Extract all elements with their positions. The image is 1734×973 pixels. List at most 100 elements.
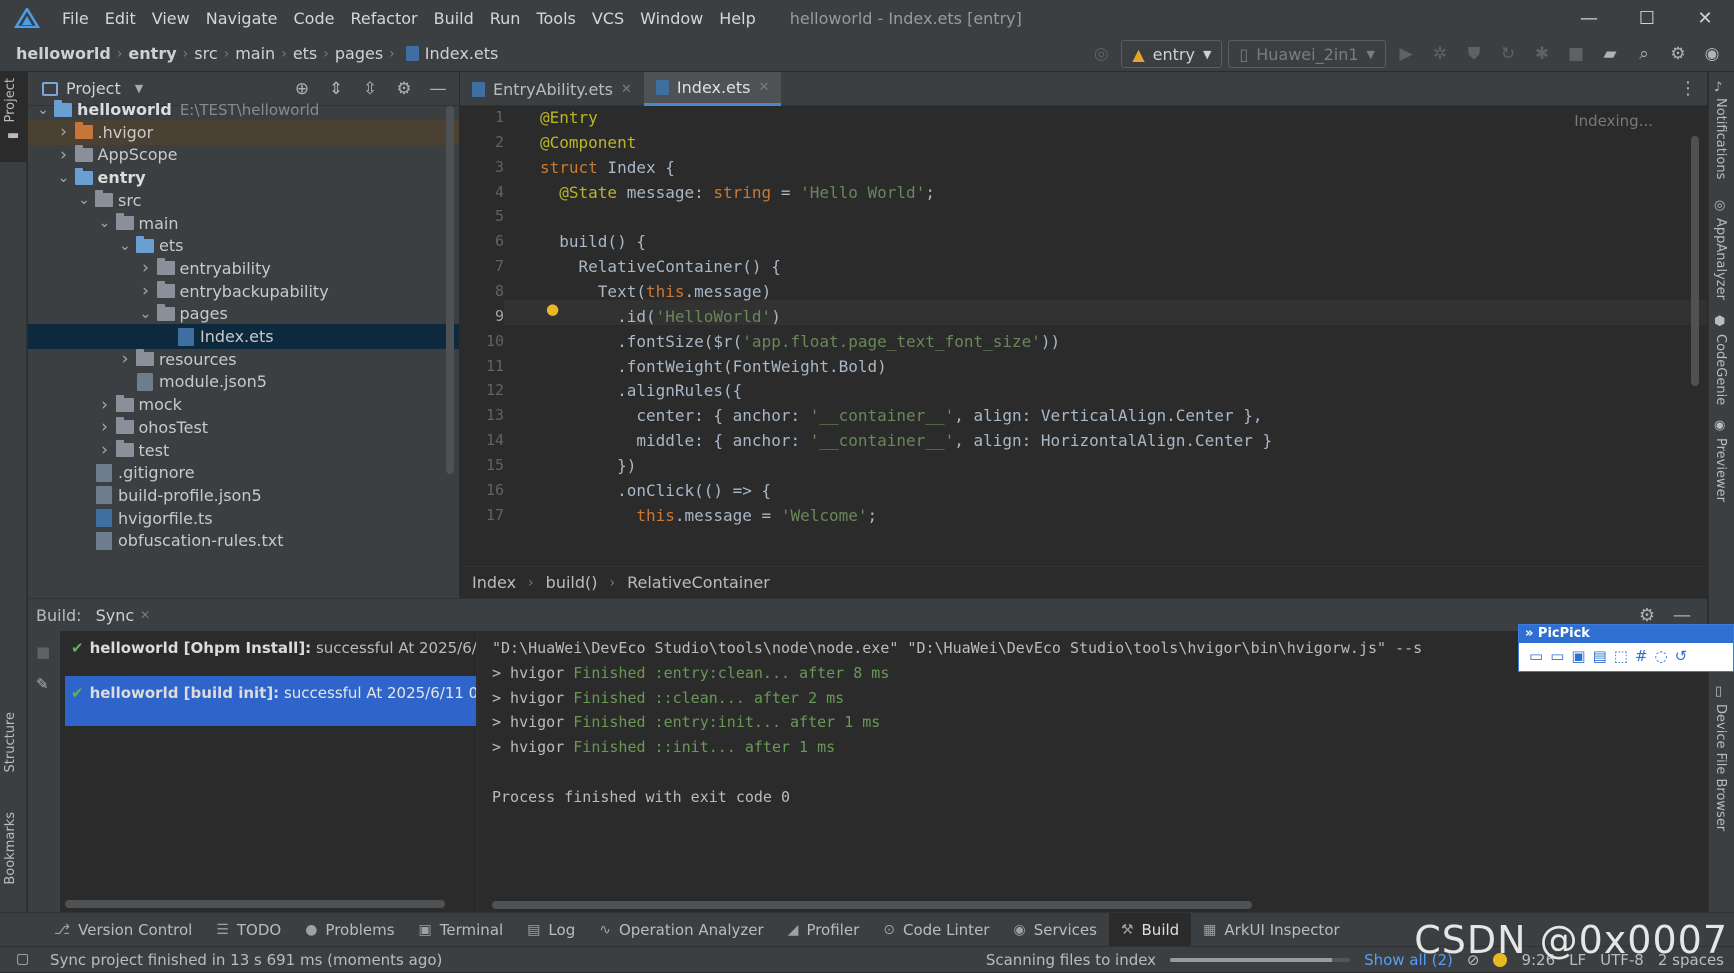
- code-line[interactable]: RelativeContainer() {: [540, 257, 781, 276]
- console-scrollbar[interactable]: [492, 901, 1252, 909]
- code-line[interactable]: Text(this.message): [540, 282, 771, 301]
- chevron-right-icon[interactable]: ›: [57, 122, 71, 142]
- code-line[interactable]: this.message = 'Welcome';: [540, 506, 877, 525]
- menu-code[interactable]: Code: [286, 9, 343, 28]
- chevron-right-icon[interactable]: ›: [57, 145, 71, 165]
- tree-item[interactable]: module.json5: [28, 369, 459, 394]
- tool-tab-terminal[interactable]: ▣ Terminal: [407, 913, 516, 947]
- bookmarks-tool-tab[interactable]: Bookmarks: [3, 812, 18, 885]
- breadcrumb-item[interactable]: helloworld: [16, 44, 111, 63]
- tool-tab-log[interactable]: ▤ Log: [515, 913, 587, 947]
- chevron-right-icon[interactable]: ›: [98, 395, 112, 415]
- tree-item[interactable]: ⌄ src: [28, 188, 459, 213]
- code-line[interactable]: build() {: [540, 232, 646, 251]
- chevron-down-icon[interactable]: ⌄: [36, 102, 50, 118]
- code-line[interactable]: .fontSize($r('app.float.page_text_font_s…: [540, 332, 1060, 351]
- tree-item[interactable]: ⌄ main: [28, 211, 459, 236]
- code-line[interactable]: middle: { anchor: '__container__', align…: [540, 431, 1272, 450]
- tree-item[interactable]: hvigorfile.ts: [28, 506, 459, 531]
- tool-tab-todo[interactable]: ☰ TODO: [204, 913, 293, 947]
- code-line[interactable]: struct Index {: [540, 158, 675, 177]
- close-button[interactable]: ✕: [1676, 0, 1734, 36]
- tree-item[interactable]: obfuscation-rules.txt: [28, 528, 459, 553]
- code-line[interactable]: .onClick(() => {: [540, 481, 771, 500]
- module-selector[interactable]: ▲ entry ▼: [1121, 40, 1223, 68]
- minimize-button[interactable]: —: [1560, 0, 1618, 36]
- chevron-right-icon[interactable]: ›: [139, 258, 153, 278]
- tool-tab-profiler[interactable]: ◢ Profiler: [776, 913, 872, 947]
- breadcrumb-item[interactable]: pages: [335, 44, 383, 63]
- chevron-right-icon[interactable]: ›: [139, 281, 153, 301]
- scroll-capture-icon[interactable]: ▤: [1593, 647, 1607, 665]
- debug-icon[interactable]: ✲: [1426, 40, 1454, 68]
- build-tree-scrollbar[interactable]: [65, 900, 445, 908]
- previewer-tool-tab[interactable]: Previewer: [1713, 438, 1728, 502]
- tree-item[interactable]: ⌄ helloworld E:\TEST\helloworld: [28, 97, 459, 122]
- chevron-down-icon[interactable]: ▼: [135, 82, 143, 95]
- maximize-button[interactable]: ☐: [1618, 0, 1676, 36]
- tree-item[interactable]: ⌄ pages: [28, 301, 459, 326]
- close-tab-icon[interactable]: ✕: [759, 80, 770, 95]
- chevron-down-icon[interactable]: ⌄: [57, 170, 71, 186]
- screen-capture-icon[interactable]: ▭: [1529, 647, 1543, 665]
- repeat-capture-icon[interactable]: ↺: [1675, 647, 1688, 665]
- tool-tab-operation-analyzer[interactable]: ∿ Operation Analyzer: [587, 913, 775, 947]
- device-file-browser-tool-tab[interactable]: Device File Browser: [1713, 704, 1728, 831]
- apply-changes-icon[interactable]: ↻: [1494, 40, 1522, 68]
- device-selector[interactable]: ▯ Huawei_2in1 ▼: [1228, 40, 1386, 68]
- tree-item[interactable]: › ohosTest: [28, 415, 459, 440]
- menu-build[interactable]: Build: [426, 9, 482, 28]
- chevron-right-icon[interactable]: ›: [118, 349, 132, 369]
- attach-debugger-icon[interactable]: ⛊: [1460, 40, 1488, 68]
- tree-item[interactable]: build-profile.json5: [28, 483, 459, 508]
- layout-icon[interactable]: ▢: [16, 951, 29, 967]
- editor-crumb-item[interactable]: Index: [472, 573, 516, 592]
- account-icon[interactable]: ◉: [1698, 40, 1726, 68]
- editor-tab[interactable]: Index.ets ✕: [643, 72, 782, 106]
- code-line[interactable]: .fontWeight(FontWeight.Bold): [540, 357, 887, 376]
- chevron-right-icon[interactable]: ›: [98, 440, 112, 460]
- tool-tab-code-linter[interactable]: ⊙ Code Linter: [871, 913, 1001, 947]
- chevron-down-icon[interactable]: ⌄: [118, 238, 132, 254]
- tool-tab-build[interactable]: ⚒ Build: [1108, 912, 1192, 947]
- chevron-down-icon[interactable]: ⌄: [139, 306, 153, 322]
- grid-capture-icon[interactable]: #: [1635, 647, 1648, 665]
- sync-icon[interactable]: ◎: [1087, 40, 1115, 68]
- editor-scrollbar[interactable]: [1691, 136, 1699, 386]
- tab-sync[interactable]: Sync ✕: [96, 606, 151, 625]
- menu-vcs[interactable]: VCS: [584, 9, 632, 28]
- tree-item[interactable]: ⌄ entry: [28, 165, 459, 190]
- editor-crumb-item[interactable]: build(): [546, 573, 598, 592]
- tree-item[interactable]: › AppScope: [28, 142, 459, 167]
- menu-refactor[interactable]: Refactor: [342, 9, 425, 28]
- close-tab-icon[interactable]: ✕: [621, 82, 632, 97]
- gear-icon[interactable]: ⚙: [1639, 605, 1655, 626]
- code-line[interactable]: }): [540, 456, 636, 475]
- code-editor[interactable]: Indexing... 1 @Entry 2 @Component 3 struct In…: [460, 106, 1707, 566]
- tree-item[interactable]: Index.ets: [28, 324, 459, 349]
- breadcrumb-item[interactable]: ets: [293, 44, 317, 63]
- freehand-capture-icon[interactable]: ◌: [1655, 647, 1668, 665]
- hide-panel-icon[interactable]: —: [1673, 605, 1691, 626]
- tool-tab-version-control[interactable]: ⎇ Version Control: [42, 913, 204, 947]
- menu-run[interactable]: Run: [482, 9, 529, 28]
- settings-icon[interactable]: ⚙: [1664, 40, 1692, 68]
- editor-crumb-item[interactable]: RelativeContainer: [627, 573, 770, 592]
- project-structure-icon[interactable]: ▰: [1596, 40, 1624, 68]
- pin-icon[interactable]: ✎: [36, 675, 49, 693]
- menu-tools[interactable]: Tools: [528, 9, 583, 28]
- tool-tab-arkui-inspector[interactable]: ▦ ArkUI Inspector: [1191, 913, 1352, 947]
- stop-icon[interactable]: ■: [1562, 40, 1590, 68]
- stop-build-icon[interactable]: ■: [36, 643, 50, 661]
- breadcrumb-item[interactable]: main: [235, 44, 275, 63]
- region-capture-icon[interactable]: ▣: [1571, 647, 1585, 665]
- tree-item[interactable]: › .hvigor: [28, 119, 459, 145]
- menu-help[interactable]: Help: [711, 9, 763, 28]
- breadcrumb-item[interactable]: src: [194, 44, 217, 63]
- project-tool-tab[interactable]: Project: [3, 78, 18, 122]
- breadcrumb-item[interactable]: Index.ets: [425, 44, 499, 63]
- tool-tab-problems[interactable]: ● Problems: [293, 913, 406, 947]
- code-line[interactable]: @Component: [540, 133, 636, 152]
- notifications-tool-tab[interactable]: Notifications: [1713, 98, 1728, 179]
- picpick-toolbar[interactable]: » PicPick ▭ ▭ ▣ ▤ ⬚ # ◌ ↺: [1518, 624, 1734, 672]
